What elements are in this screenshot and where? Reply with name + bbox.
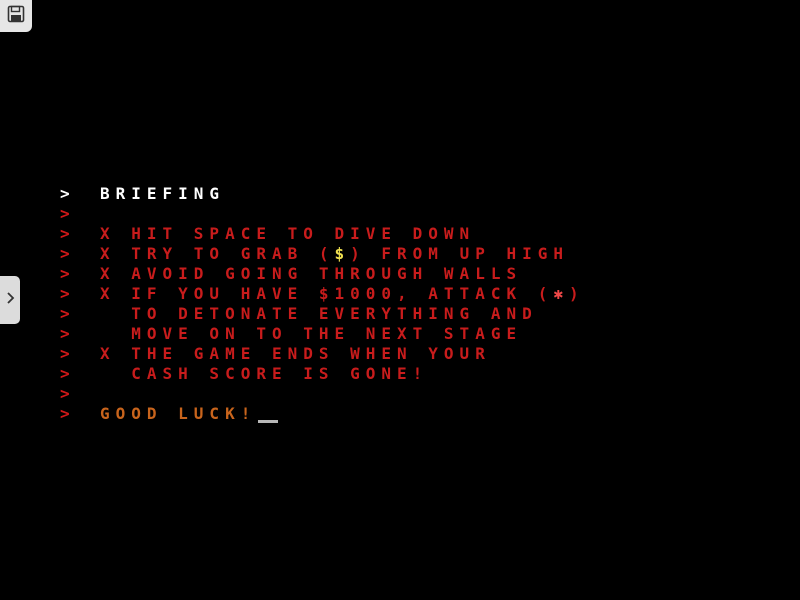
game-screen: > BRIEFING > > X HIT SPACE TO DIVE DOWN … bbox=[0, 0, 800, 600]
prompt-marker: > bbox=[60, 264, 76, 283]
terminal-line: > X TRY TO GRAB ($) FROM UP HIGH bbox=[60, 244, 780, 264]
instruction-walls: X AVOID GOING THROUGH WALLS bbox=[100, 264, 523, 283]
instruction-cash-gone: CASH SCORE IS GONE! bbox=[100, 364, 429, 383]
prompt-marker: > bbox=[60, 244, 76, 263]
text-cursor bbox=[258, 420, 279, 423]
terminal-line: > X IF YOU HAVE $1000, ATTACK (✱) bbox=[60, 284, 780, 304]
terminal-line-blank: > bbox=[60, 204, 780, 224]
good-luck-text: GOOD LUCK! bbox=[100, 404, 257, 423]
prompt-marker: > bbox=[60, 384, 76, 403]
instruction-attack-start: X IF YOU HAVE $1000, ATTACK ( bbox=[100, 284, 554, 303]
chevron-right-icon bbox=[5, 291, 15, 310]
prompt-marker: > bbox=[60, 304, 76, 323]
cash-symbol-icon: $ bbox=[334, 244, 351, 263]
prompt-marker: > bbox=[60, 344, 76, 363]
briefing-terminal: > BRIEFING > > X HIT SPACE TO DIVE DOWN … bbox=[60, 184, 780, 424]
terminal-line: > MOVE ON TO THE NEXT STAGE bbox=[60, 324, 780, 344]
prompt-marker: > bbox=[60, 224, 76, 243]
briefing-title: BRIEFING bbox=[100, 184, 226, 203]
instruction-game-end: X THE GAME ENDS WHEN YOUR bbox=[100, 344, 491, 363]
terminal-line-closing: > GOOD LUCK! bbox=[60, 404, 780, 424]
prompt-marker: > bbox=[60, 324, 76, 343]
instruction-grab-start: X TRY TO GRAB ( bbox=[100, 244, 335, 263]
terminal-line: > X AVOID GOING THROUGH WALLS bbox=[60, 264, 780, 284]
prompt-marker: > bbox=[60, 404, 76, 423]
instruction-dive: X HIT SPACE TO DIVE DOWN bbox=[100, 224, 476, 243]
closing-message: GOOD LUCK! bbox=[100, 404, 279, 424]
prompt-marker: > bbox=[60, 364, 76, 383]
bomb-symbol-icon: ✱ bbox=[553, 284, 569, 303]
terminal-line: > X THE GAME ENDS WHEN YOUR bbox=[60, 344, 780, 364]
terminal-line: > TO DETONATE EVERYTHING AND bbox=[60, 304, 780, 324]
prompt-marker: > bbox=[60, 284, 76, 303]
terminal-line: > CASH SCORE IS GONE! bbox=[60, 364, 780, 384]
save-button[interactable] bbox=[0, 0, 32, 32]
instruction-next-stage: MOVE ON TO THE NEXT STAGE bbox=[100, 324, 523, 343]
terminal-line-blank: > bbox=[60, 384, 780, 404]
instruction-detonate: TO DETONATE EVERYTHING AND bbox=[100, 304, 538, 323]
prompt-marker: > bbox=[60, 184, 76, 203]
instruction-attack-end: ) bbox=[569, 284, 585, 303]
floppy-disk-icon bbox=[7, 5, 25, 28]
prompt-marker: > bbox=[60, 204, 76, 223]
terminal-line-title: > BRIEFING bbox=[60, 184, 780, 204]
instruction-grab-end: ) FROM UP HIGH bbox=[350, 244, 569, 263]
terminal-line: > X HIT SPACE TO DIVE DOWN bbox=[60, 224, 780, 244]
side-drawer-toggle[interactable] bbox=[0, 276, 20, 324]
instruction-grab: X TRY TO GRAB ($) FROM UP HIGH bbox=[100, 244, 569, 264]
instruction-attack: X IF YOU HAVE $1000, ATTACK (✱) bbox=[100, 284, 585, 304]
